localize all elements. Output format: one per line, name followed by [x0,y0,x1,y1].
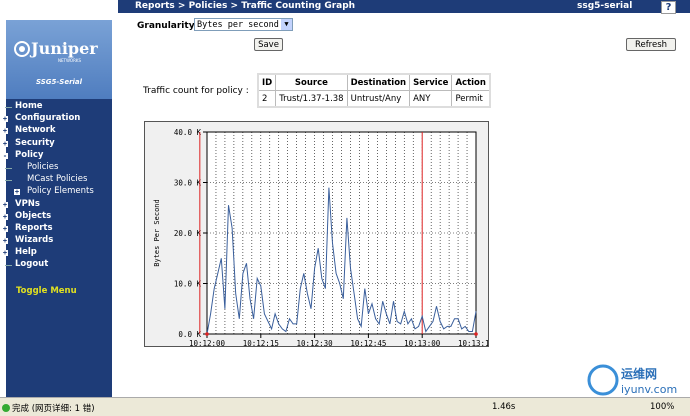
sidebar-item-logout[interactable]: Logout [0,259,118,271]
expand-icon[interactable]: + [2,213,8,220]
expand-icon[interactable]: + [2,116,8,123]
expand-icon[interactable]: + [2,201,8,208]
y-tick-label: 0.0 K [178,330,201,339]
sidebar-item-mcast-policies[interactable]: MCast Policies [0,174,118,186]
cell-destination: Untrust/Any [346,90,411,108]
sidebar-item-configuration[interactable]: + Configuration [0,113,118,125]
refresh-button[interactable]: Refresh [626,38,676,51]
sidebar-item-objects[interactable]: + Objects [0,211,118,223]
sidebar-item-label: Wizards [15,235,54,246]
sidebar-item-label: Objects [15,210,52,221]
breadcrumb: Reports > Policies > Traffic Counting Gr… [135,1,356,11]
col-destination: Destination [346,73,411,91]
chart-svg: 0.0 K 10.0 K 20.0 K 30.0 K 40.0 K 10:12:00 10:… [153,128,494,348]
granularity-select[interactable]: Bytes per second ▼ [194,18,293,31]
sidebar-item-label: Network [15,125,56,136]
x-tick-label: 10:12:00 [189,339,226,346]
cell-id: 2 [257,90,277,108]
brand-sub: NETWORKS [58,58,81,63]
y-axis-label: Bytes Per Second [153,199,161,266]
x-tick-label: 10:12:15 [243,339,279,346]
y-tick-label: 30.0 K [174,179,202,188]
granularity-label: Granularity [137,21,195,31]
chevron-down-icon[interactable]: ▼ [281,19,292,30]
start-point-marker [205,332,209,336]
expand-icon[interactable]: + [14,189,20,196]
sidebar-item-label: Home [15,101,43,111]
collapse-icon[interactable]: - [2,152,8,159]
sidebar-item-policies[interactable]: Policies [0,162,118,174]
cell-action: Permit [451,90,491,108]
status-message: 完成 (网页详细: 1 错) [12,404,95,414]
x-tick-label: 10:13:00 [404,339,441,346]
sidebar-item-policy-elements[interactable]: + Policy Elements [0,186,118,198]
table-row: 2 Trust/1.37-1.38 Untrust/Any ANY Permit [257,90,491,108]
col-id: ID [257,73,277,91]
sidebar-item-help[interactable]: + Help [0,247,118,259]
tree-line [5,107,12,108]
tree-line [5,180,12,182]
col-service: Service [409,73,453,91]
sidebar-item-label: Policies [27,161,59,172]
sidebar-item-security[interactable]: + Security [0,138,118,150]
granularity-value: Bytes per second [197,20,279,30]
expand-icon[interactable]: + [2,128,8,135]
expand-icon[interactable]: + [2,225,8,232]
sidebar-item-label: Help [15,247,37,258]
table-header-row: ID Source Destination Service Action [257,73,491,91]
x-tick-label: 10:12:45 [350,339,386,346]
sidebar-item-label: Configuration [15,113,81,124]
x-tick-label: 10:13:15 [458,339,488,346]
device-model: SSG5-Serial [35,78,83,86]
y-tick-label: 40.0 K [174,128,202,137]
traffic-count-label: Traffic count for policy : [143,86,249,96]
done-icon [2,404,10,412]
sidebar-item-network[interactable]: + Network [0,125,118,137]
expand-icon[interactable]: + [2,140,8,147]
sidebar-item-vpns[interactable]: + VPNs [0,199,118,211]
nav-menu: Home + Configuration + Network + Security - Poli… [0,101,118,272]
policy-table: ID Source Destination Service Action 2 T… [257,73,491,108]
sidebar-item-label: Logout [15,259,49,270]
device-name: ssg5-serial [577,1,633,11]
watermark-line1: 运维网 [621,366,657,381]
sidebar-item-label: MCast Policies [27,174,88,185]
sidebar-item-label: Reports [15,222,53,233]
cell-service: ANY [409,90,453,108]
load-time: 1.46s [492,402,516,412]
sidebar-item-label: VPNs [15,198,40,209]
sidebar-item-reports[interactable]: + Reports [0,223,118,235]
brand-name: Juniper [29,39,98,58]
y-tick-label: 20.0 K [174,229,202,238]
watermark-line2: iyunv.com [621,383,677,396]
save-button[interactable]: Save [254,38,283,51]
status-text: 完成 (网页详细: 1 错) [2,402,95,414]
help-icon[interactable]: ? [661,1,676,14]
sidebar-item-home[interactable]: Home [0,101,118,113]
sidebar-item-label: Security [15,137,55,148]
end-point-marker [474,332,478,336]
y-tick-label: 10.0 K [174,280,202,289]
col-source: Source [275,73,348,91]
sidebar-item-label: Policy Elements [27,186,94,197]
x-tick-label: 10:12:30 [297,339,334,346]
sidebar: Juniper NETWORKS SSG5-Serial Home + Config… [0,0,118,397]
cell-source: Trust/1.37-1.38 [275,90,348,108]
tree-line [5,265,12,267]
sidebar-item-policy[interactable]: - Policy [0,150,118,162]
zoom-level[interactable]: 100% [650,402,674,412]
col-action: Action [451,73,491,91]
expand-icon[interactable]: + [2,238,8,245]
traffic-chart: 0.0 K 10.0 K 20.0 K 30.0 K 40.0 K 10:12:00 10:… [144,121,494,348]
juniper-logo: Juniper NETWORKS [14,39,98,63]
tree-line [5,167,12,169]
sidebar-item-label: Policy [15,149,44,160]
watermark-logo: 运维网 iyunv.com [587,364,677,396]
expand-icon[interactable]: + [2,250,8,257]
sidebar-item-wizards[interactable]: + Wizards [0,235,118,247]
toggle-menu-link[interactable]: Toggle Menu [16,286,77,296]
top-bar: Reports > Policies > Traffic Counting Gr… [118,0,690,14]
